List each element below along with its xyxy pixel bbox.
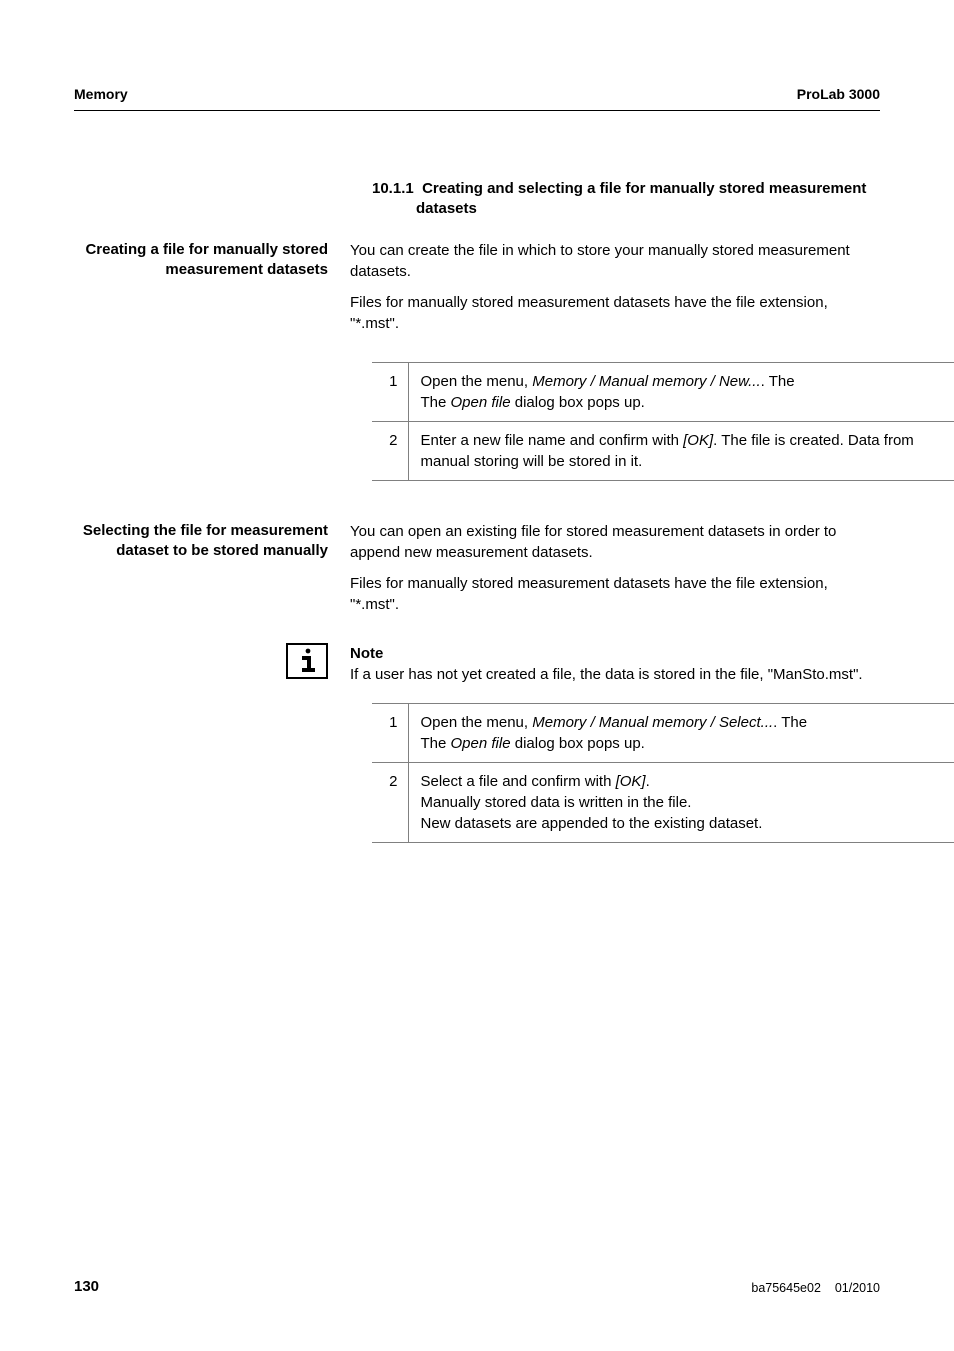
table-row: 2 Select a file and confirm with [OK]. M… — [372, 762, 954, 842]
para-selecting-1: You can open an existing file for stored… — [350, 521, 880, 563]
step-number: 1 — [372, 362, 408, 421]
steps-table-selecting: 1 Open the menu, Memory / Manual memory … — [372, 703, 954, 843]
side-label-selecting: Selecting the file for measurement datas… — [74, 521, 350, 625]
block-creating-file: Creating a file for manually stored meas… — [74, 240, 880, 344]
para-creating-1: You can create the file in which to stor… — [350, 240, 880, 282]
footer-doc-info: ba75645e02 01/2010 — [751, 1281, 880, 1295]
section-number: 10.1.1 — [372, 180, 414, 197]
para-selecting-2: Files for manually stored measurement da… — [350, 573, 880, 615]
side-label-creating: Creating a file for manually stored meas… — [74, 240, 350, 344]
section-heading: 10.1.1 Creating and selecting a file for… — [372, 179, 880, 220]
step-number: 1 — [372, 703, 408, 762]
note-body: If a user has not yet created a file, th… — [350, 666, 863, 683]
note-block: Note If a user has not yet created a fil… — [74, 643, 880, 685]
section-title: Creating and selecting a file for manual… — [416, 180, 866, 217]
page-header: Memory ProLab 3000 — [74, 86, 880, 111]
para-creating-2: Files for manually stored measurement da… — [350, 292, 880, 334]
note-title: Note — [350, 645, 383, 662]
body-text-creating: You can create the file in which to stor… — [350, 240, 880, 344]
block-selecting-file: Selecting the file for measurement datas… — [74, 521, 880, 625]
page-number: 130 — [74, 1278, 99, 1295]
note-icon-wrap — [74, 643, 350, 685]
step-text: Enter a new file name and confirm with [… — [408, 421, 954, 480]
step-text: Open the menu, Memory / Manual memory / … — [408, 362, 954, 421]
header-right: ProLab 3000 — [797, 86, 880, 102]
steps-table-creating: 1 Open the menu, Memory / Manual memory … — [372, 362, 954, 481]
table-row: 1 Open the menu, Memory / Manual memory … — [372, 362, 954, 421]
note-text: Note If a user has not yet created a fil… — [350, 643, 880, 685]
table-row: 2 Enter a new file name and confirm with… — [372, 421, 954, 480]
step-text: Open the menu, Memory / Manual memory / … — [408, 703, 954, 762]
page-footer: 130 ba75645e02 01/2010 — [74, 1268, 880, 1295]
body-text-selecting: You can open an existing file for stored… — [350, 521, 880, 625]
content-area: 10.1.1 Creating and selecting a file for… — [74, 179, 880, 1268]
step-number: 2 — [372, 421, 408, 480]
step-number: 2 — [372, 762, 408, 842]
info-icon — [286, 643, 328, 679]
table-row: 1 Open the menu, Memory / Manual memory … — [372, 703, 954, 762]
header-left: Memory — [74, 86, 128, 102]
step-text: Select a file and confirm with [OK]. Man… — [408, 762, 954, 842]
